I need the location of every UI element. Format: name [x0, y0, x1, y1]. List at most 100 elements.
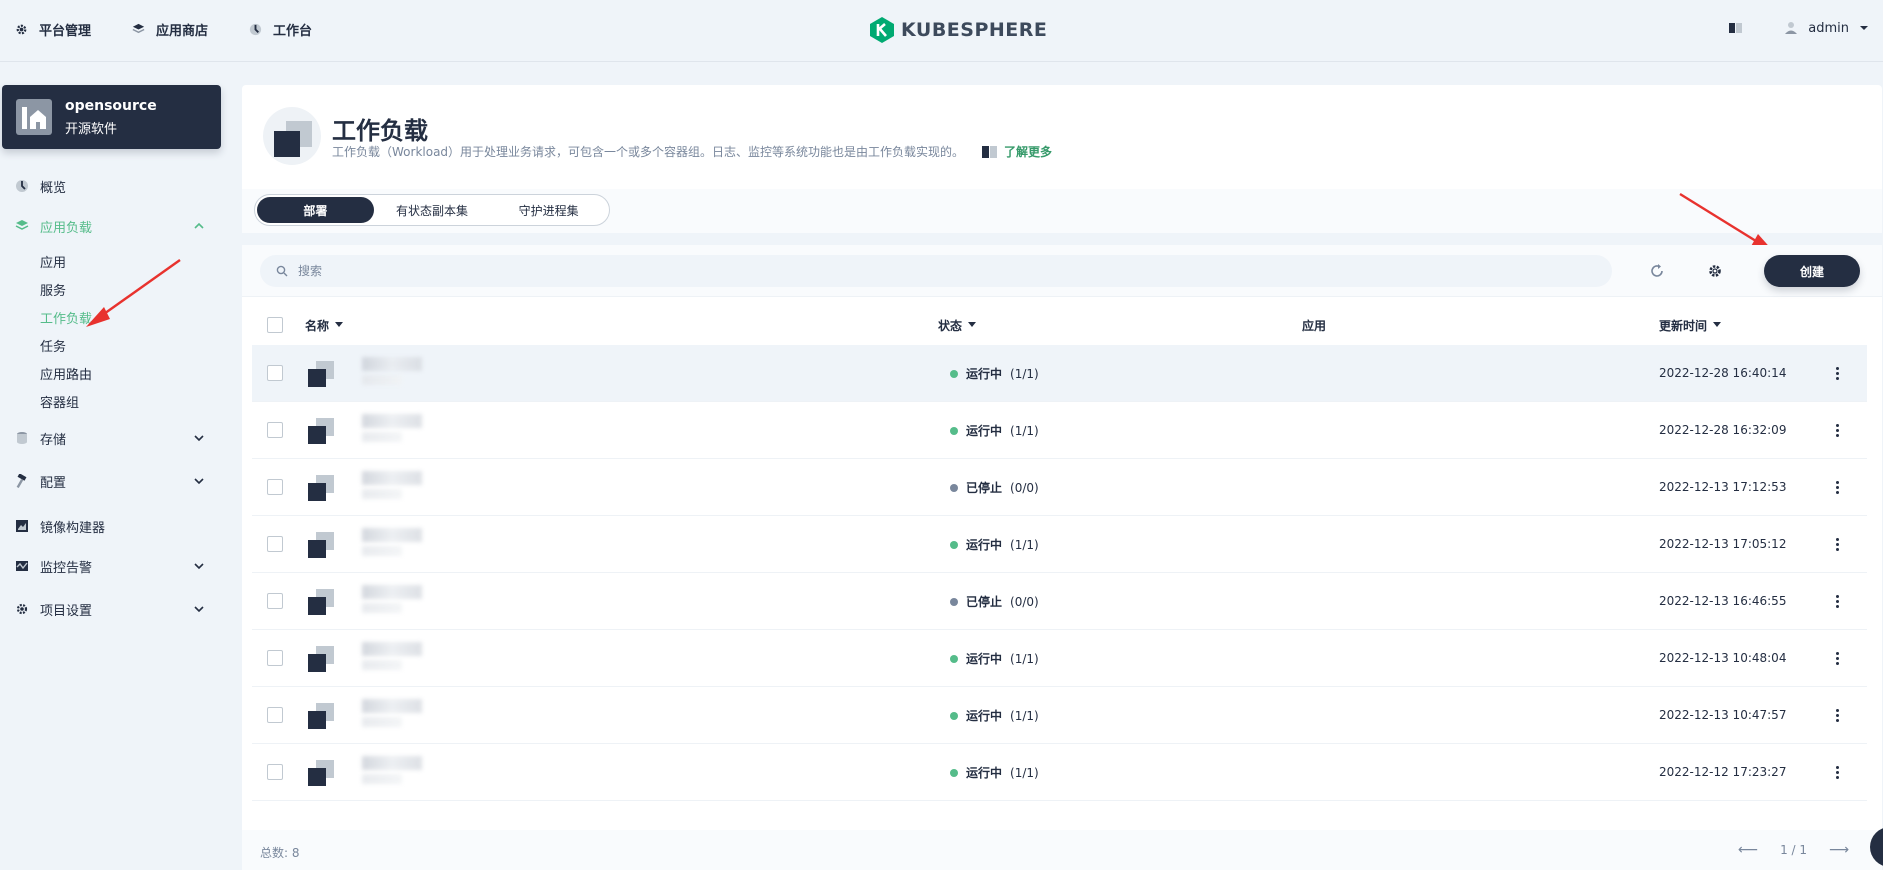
table-row[interactable]: 已停止 (0/0) 2022-12-13 16:46:55: [252, 573, 1867, 630]
sidebar-sub-item-workloads[interactable]: 工作负载: [40, 308, 92, 327]
page-title: 工作负载: [332, 117, 428, 145]
sidebar-item-overview[interactable]: 概览: [0, 174, 222, 198]
column-status[interactable]: 状态: [938, 317, 977, 334]
next-page-arrow-icon[interactable]: ⟶: [1829, 842, 1849, 858]
column-name[interactable]: 名称: [305, 317, 344, 334]
table-row[interactable]: 运行中 (1/1) 2022-12-13 10:48:04: [252, 630, 1867, 687]
redacted-subtitle: [362, 432, 402, 442]
sort-caret-icon: [1713, 322, 1722, 327]
sidebar-item-project-settings[interactable]: 项目设置: [0, 597, 222, 621]
row-checkbox[interactable]: [267, 422, 283, 438]
status-text: 运行中: [966, 766, 1003, 780]
more-actions-icon[interactable]: [1827, 648, 1847, 668]
user-avatar-icon: [1785, 22, 1798, 34]
list-footer: 总数: 8 ⟵ 1 / 1 ⟶: [242, 830, 1882, 870]
row-checkbox[interactable]: [267, 365, 283, 381]
platform-management-button[interactable]: 平台管理: [14, 20, 91, 39]
row-checkbox[interactable]: [267, 479, 283, 495]
docs-icon[interactable]: [1728, 20, 1744, 36]
sidebar-sub-item-routes[interactable]: 应用路由: [40, 364, 92, 383]
logo-text: KUBESPHERE: [901, 19, 1048, 41]
workload-icon: [308, 589, 334, 615]
table-row[interactable]: 运行中 (1/1) 2022-12-28 16:32:09: [252, 402, 1867, 459]
more-actions-icon[interactable]: [1827, 477, 1847, 497]
page-description-text: 工作负载（Workload）用于处理业务请求，可包含一个或多个容器组。日志、监控…: [332, 145, 965, 159]
table-row[interactable]: 运行中 (1/1) 2022-12-13 17:05:12: [252, 516, 1867, 573]
tab-statefulsets[interactable]: 有状态副本集: [374, 197, 491, 223]
status-text: 已停止: [966, 595, 1003, 609]
more-actions-icon[interactable]: [1827, 534, 1847, 554]
create-button[interactable]: 创建: [1764, 255, 1860, 287]
sort-caret-icon: [335, 322, 344, 327]
search-box[interactable]: [260, 255, 1612, 287]
monitor-chart-icon: [16, 561, 28, 571]
replica-count: (0/0): [1010, 480, 1039, 495]
row-checkbox[interactable]: [267, 650, 283, 666]
tab-deployments[interactable]: 部署: [257, 197, 374, 223]
updated-time: 2022-12-13 10:48:04: [1659, 651, 1787, 665]
workload-list-panel: 创建 名称 状态 应用 更新时间 运行中 (1/1) 2022-12-28 16:4…: [242, 245, 1882, 870]
workload-icon: [308, 475, 334, 501]
workspace-card[interactable]: opensource 开源软件: [2, 85, 221, 149]
prev-page-arrow-icon[interactable]: ⟵: [1738, 842, 1758, 858]
row-checkbox[interactable]: [267, 707, 283, 723]
database-icon: [17, 432, 27, 444]
status-dot: [950, 540, 958, 549]
column-updated-label: 更新时间: [1659, 318, 1708, 333]
table-row[interactable]: 运行中 (1/1) 2022-12-28 16:40:14: [252, 345, 1867, 402]
sidebar-sub-item-apps[interactable]: 应用: [40, 252, 66, 271]
sidebar-item-storage[interactable]: 存储: [0, 426, 222, 450]
replica-count: (1/1): [1010, 708, 1039, 723]
total-count: 总数: 8: [260, 846, 300, 860]
row-checkbox[interactable]: [267, 764, 283, 780]
learn-more-link[interactable]: 了解更多: [982, 143, 1052, 160]
redacted-name: [362, 642, 422, 656]
row-checkbox[interactable]: [267, 593, 283, 609]
refresh-icon[interactable]: [1649, 263, 1665, 279]
more-actions-icon[interactable]: [1827, 363, 1847, 383]
redacted-subtitle: [362, 603, 402, 613]
status-badge: 运行中 (1/1): [950, 707, 1039, 724]
workbench-button[interactable]: 工作台: [248, 20, 312, 39]
sidebar-item-config[interactable]: 配置: [0, 469, 222, 493]
more-actions-icon[interactable]: [1827, 591, 1847, 611]
sidebar-item-app-workloads[interactable]: 应用负载: [0, 214, 222, 238]
select-all-checkbox[interactable]: [267, 317, 283, 333]
dashboard-icon: [16, 180, 28, 192]
sidebar-sub-item-services[interactable]: 服务: [40, 280, 66, 299]
workload-icon: [308, 646, 334, 672]
tab-daemonsets[interactable]: 守护进程集: [490, 197, 607, 223]
workspace-description: 开源软件: [65, 122, 118, 137]
more-actions-icon[interactable]: [1827, 420, 1847, 440]
kubesphere-logo[interactable]: KUBESPHERE: [869, 16, 1047, 44]
column-app: 应用: [1302, 317, 1326, 334]
caret-down-icon: [1860, 26, 1868, 30]
more-actions-icon[interactable]: [1827, 762, 1847, 782]
user-menu[interactable]: admin: [1784, 21, 1869, 36]
app-store-button[interactable]: 应用商店: [131, 20, 208, 39]
table-row[interactable]: 运行中 (1/1) 2022-12-12 17:23:27: [252, 744, 1867, 801]
status-text: 运行中: [966, 367, 1003, 381]
search-input[interactable]: [298, 264, 1498, 278]
row-checkbox[interactable]: [267, 536, 283, 552]
sidebar-sub-item-jobs[interactable]: 任务: [40, 336, 66, 355]
page-header: 工作负载 工作负载（Workload）用于处理业务请求，可包含一个或多个容器组。…: [242, 85, 1882, 189]
more-actions-icon[interactable]: [1827, 705, 1847, 725]
settings-gear-icon[interactable]: [1707, 263, 1723, 279]
status-text: 运行中: [966, 538, 1003, 552]
table-row[interactable]: 已停止 (0/0) 2022-12-13 17:12:53: [252, 459, 1867, 516]
sidebar-item-monitoring[interactable]: 监控告警: [0, 554, 222, 578]
platform-management-label: 平台管理: [39, 24, 92, 39]
status-badge: 运行中 (1/1): [950, 365, 1039, 382]
table-row[interactable]: 运行中 (1/1) 2022-12-13 10:47:57: [252, 687, 1867, 744]
sidebar-item-image-builder[interactable]: 镜像构建器: [0, 514, 222, 538]
status-text: 运行中: [966, 709, 1003, 723]
replica-count: (1/1): [1010, 765, 1039, 780]
logo-mark-icon: [870, 17, 894, 43]
table-header: 名称 状态 应用 更新时间: [252, 305, 1867, 345]
replica-count: (1/1): [1010, 423, 1039, 438]
top-bar: 平台管理 应用商店 工作台 KUBESPHERE admin: [0, 0, 1883, 62]
layers-icon: [15, 220, 29, 230]
column-updated[interactable]: 更新时间: [1659, 317, 1722, 334]
sidebar-sub-item-pods[interactable]: 容器组: [40, 392, 79, 411]
